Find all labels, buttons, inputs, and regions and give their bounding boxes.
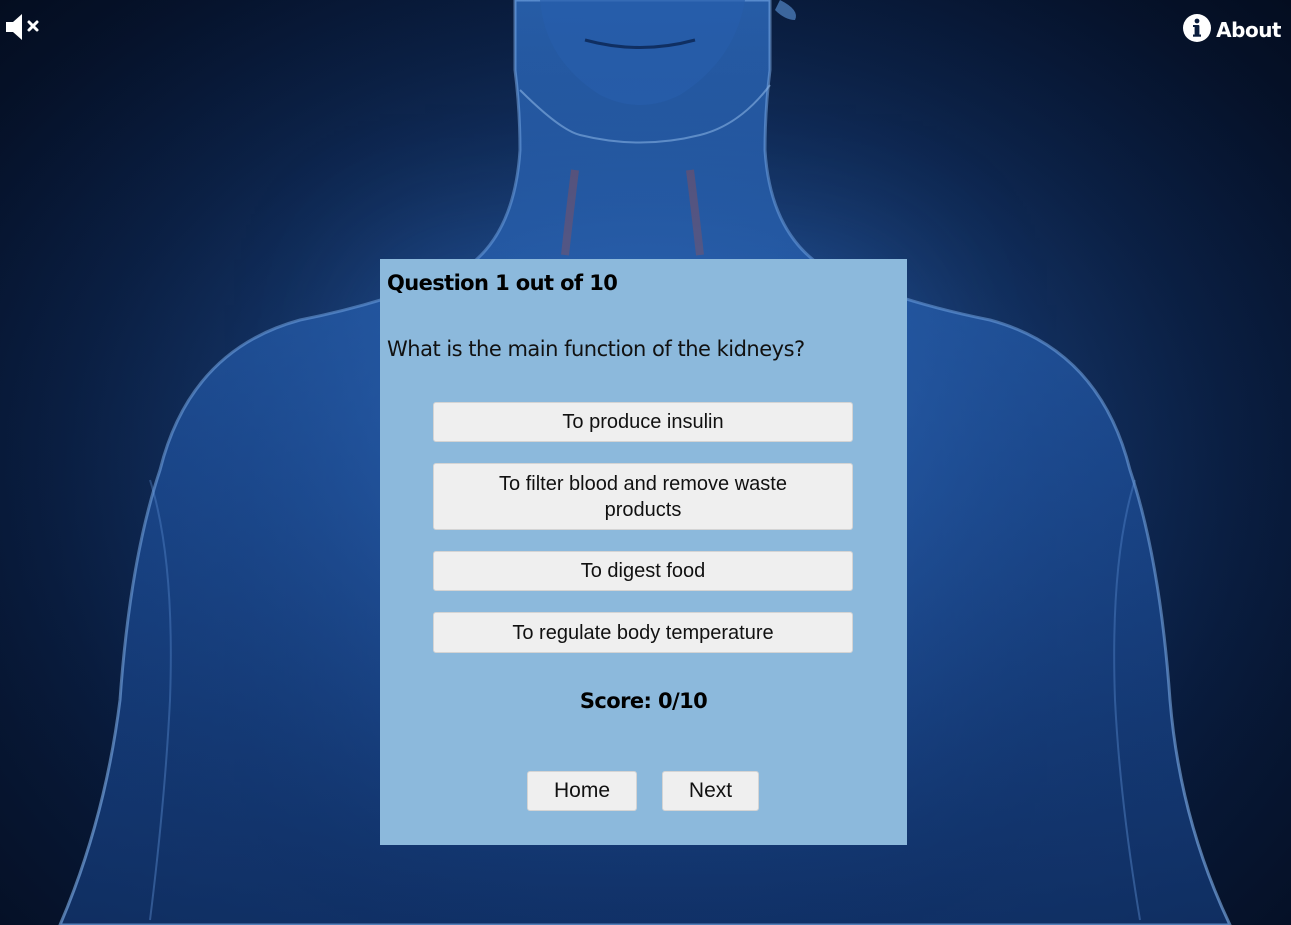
answer-button-4[interactable]: To regulate body temperature <box>433 612 853 653</box>
about-button[interactable]: About <box>1182 12 1281 44</box>
answer-button-3[interactable]: To digest food <box>433 551 853 591</box>
info-icon <box>1183 14 1212 42</box>
next-button[interactable]: Next <box>662 771 759 811</box>
about-label: About <box>1216 18 1281 42</box>
question-counter: Question 1 out of 10 <box>387 271 618 295</box>
answer-button-2[interactable]: To filter blood and remove waste product… <box>433 463 853 530</box>
score-display: Score: 0/10 <box>579 689 708 713</box>
home-button[interactable]: Home <box>527 771 637 811</box>
answer-button-1[interactable]: To produce insulin <box>433 402 853 442</box>
app-stage: About Question 1 out of 10 What is the m… <box>0 0 1291 925</box>
speaker-muted-icon <box>6 14 39 40</box>
mute-toggle-button[interactable] <box>4 12 44 42</box>
question-text: What is the main function of the kidneys… <box>387 337 805 361</box>
quiz-panel: Question 1 out of 10 What is the main fu… <box>380 259 907 845</box>
